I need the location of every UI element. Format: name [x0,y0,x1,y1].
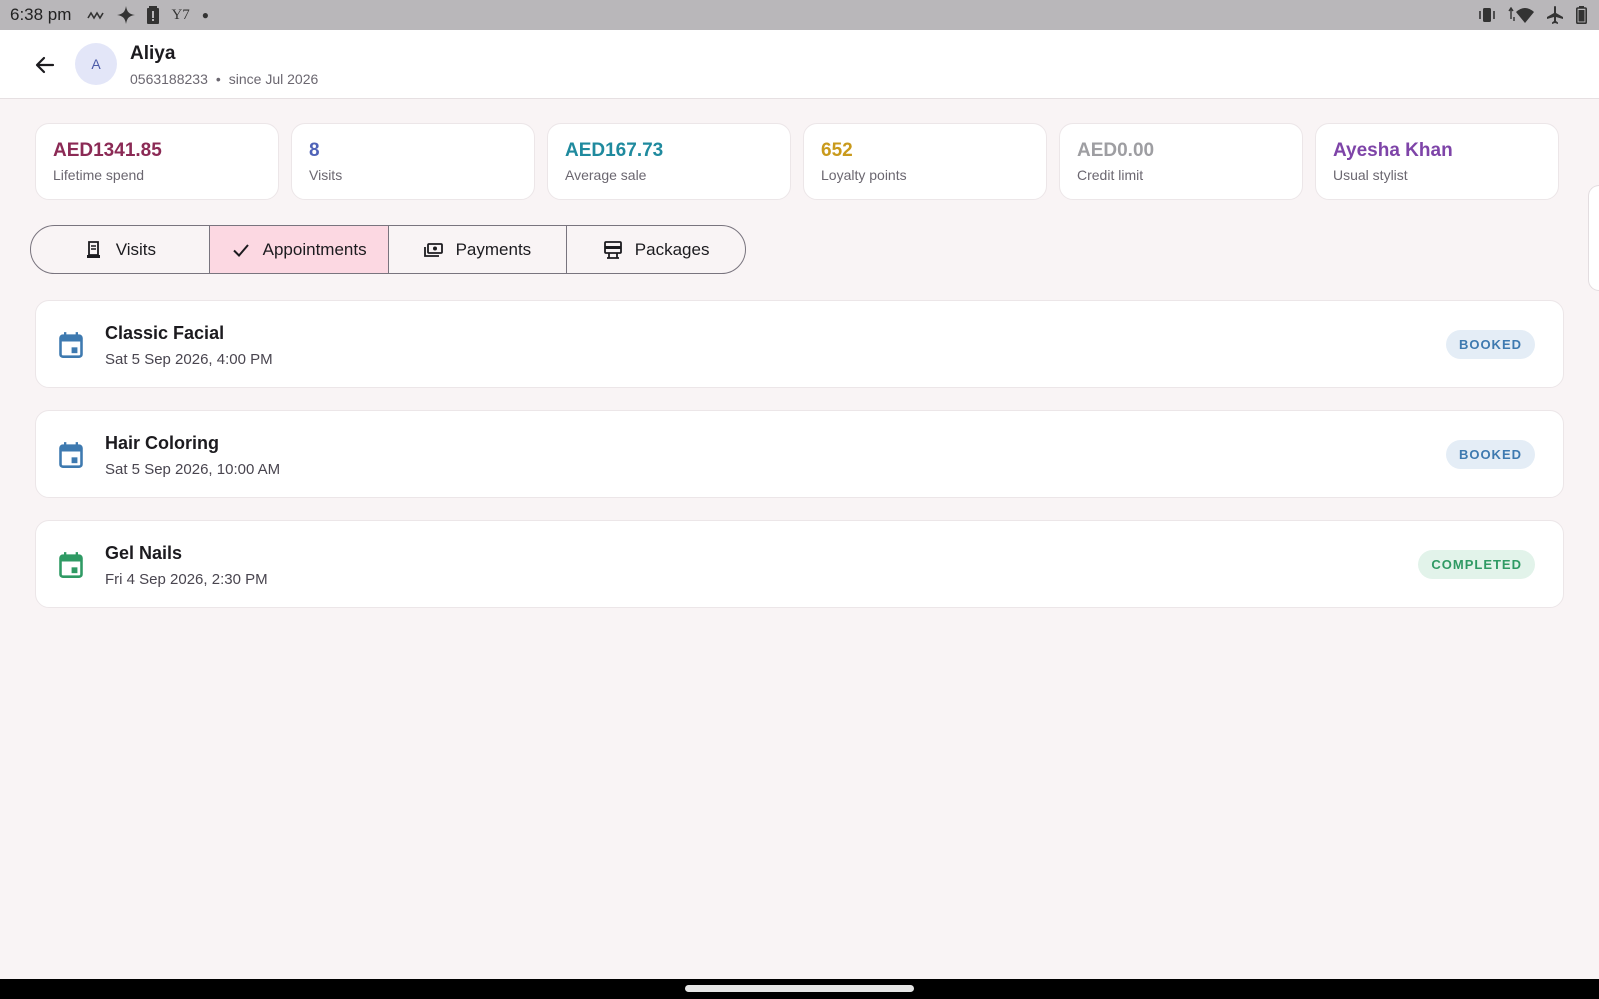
appointment-card[interactable]: Hair Coloring Sat 5 Sep 2026, 10:00 AM B… [35,410,1564,498]
customer-name: Aliya [130,43,176,64]
payments-icon [423,242,443,257]
stat-value: 8 [309,140,320,161]
stat-card-average-sale: AED167.73 Average sale [547,123,791,200]
segmented-tabs: Visits Appointments Payments Packages [30,225,746,274]
customer-since: since Jul 2026 [228,71,319,87]
tab-label: Packages [634,239,710,259]
vibrate-icon [1479,8,1495,22]
status-badge: BOOKED [1445,440,1535,469]
battery-alert-icon [147,6,160,24]
battery-icon [1576,6,1587,24]
appointment-datetime: Sat 5 Sep 2026, 4:00 PM [105,351,273,368]
stat-label: Loyalty points [821,167,907,183]
receipt-icon [86,240,100,258]
stats-row: AED1341.85 Lifetime spend 8 Visits AED16… [35,123,1559,200]
home-gesture-handle[interactable] [685,985,914,992]
packages-icon [603,240,622,259]
stat-label: Usual stylist [1333,167,1408,183]
appointments-list: Classic Facial Sat 5 Sep 2026, 4:00 PM B… [35,300,1564,630]
appointment-title: Hair Coloring [105,433,220,453]
stat-card-credit-limit: AED0.00 Credit limit [1059,123,1303,200]
back-button[interactable] [28,48,62,82]
stat-value: AED167.73 [565,140,664,161]
avatar: A [75,43,117,85]
status-badge: BOOKED [1445,330,1535,359]
tab-payments[interactable]: Payments [389,226,568,273]
y7-icon: Y7 [171,6,190,23]
tab-label: Appointments [262,239,367,259]
tab-label: Visits [115,239,157,259]
stat-label: Average sale [565,167,647,183]
stat-value: AED1341.85 [53,140,162,161]
stat-label: Credit limit [1077,167,1144,183]
appointment-title: Gel Nails [105,543,183,563]
signal-wave-icon [87,11,105,20]
tab-label: Payments [455,239,532,259]
stat-card-loyalty-points: 652 Loyalty points [803,123,1047,200]
stat-card-lifetime-spend: AED1341.85 Lifetime spend [35,123,279,200]
stat-label: Lifetime spend [53,167,145,183]
appointment-card[interactable]: Classic Facial Sat 5 Sep 2026, 4:00 PM B… [35,300,1564,388]
stat-label: Visits [309,167,343,183]
customer-phone: 0563188233 [130,71,208,87]
arrow-back-icon [35,56,55,74]
stat-value: AED0.00 [1077,140,1155,161]
stat-card-usual-stylist: Ayesha Khan Usual stylist [1315,123,1559,200]
appointment-datetime: Sat 5 Sep 2026, 10:00 AM [105,461,281,478]
airplane-icon [1547,6,1563,24]
wifi-icon [1508,7,1534,23]
calendar-icon [59,332,83,358]
tab-appointments[interactable]: Appointments [209,226,389,273]
subtitle-separator: • [215,71,221,87]
status-time: 6:38 pm [10,5,72,24]
appointment-card[interactable]: Gel Nails Fri 4 Sep 2026, 2:30 PM COMPLE… [35,520,1564,608]
side-panel-handle[interactable] [1588,185,1599,291]
stat-card-visits: 8 Visits [291,123,535,200]
status-right-icons [1478,0,1587,30]
sparkle-icon [117,6,136,24]
appointment-title: Classic Facial [105,323,225,343]
app-bar: A Aliya 0563188233 • since Jul 2026 [0,30,1599,99]
status-bar: 6:38 pm Y7 ● [0,0,1599,30]
dot-icon: ● [201,8,210,22]
stat-value: Ayesha Khan [1333,140,1453,161]
calendar-icon [59,552,83,578]
status-badge: COMPLETED [1418,550,1535,579]
check-icon [232,243,249,257]
appointment-datetime: Fri 4 Sep 2026, 2:30 PM [105,571,268,588]
calendar-icon [59,442,83,468]
stat-value: 652 [821,140,853,161]
status-left-icons: Y7 ● [87,6,209,24]
navigation-bar [0,979,1599,999]
customer-subtitle: 0563188233 • since Jul 2026 [130,71,318,87]
tab-visits[interactable]: Visits [31,226,210,273]
tab-packages[interactable]: Packages [567,226,745,273]
